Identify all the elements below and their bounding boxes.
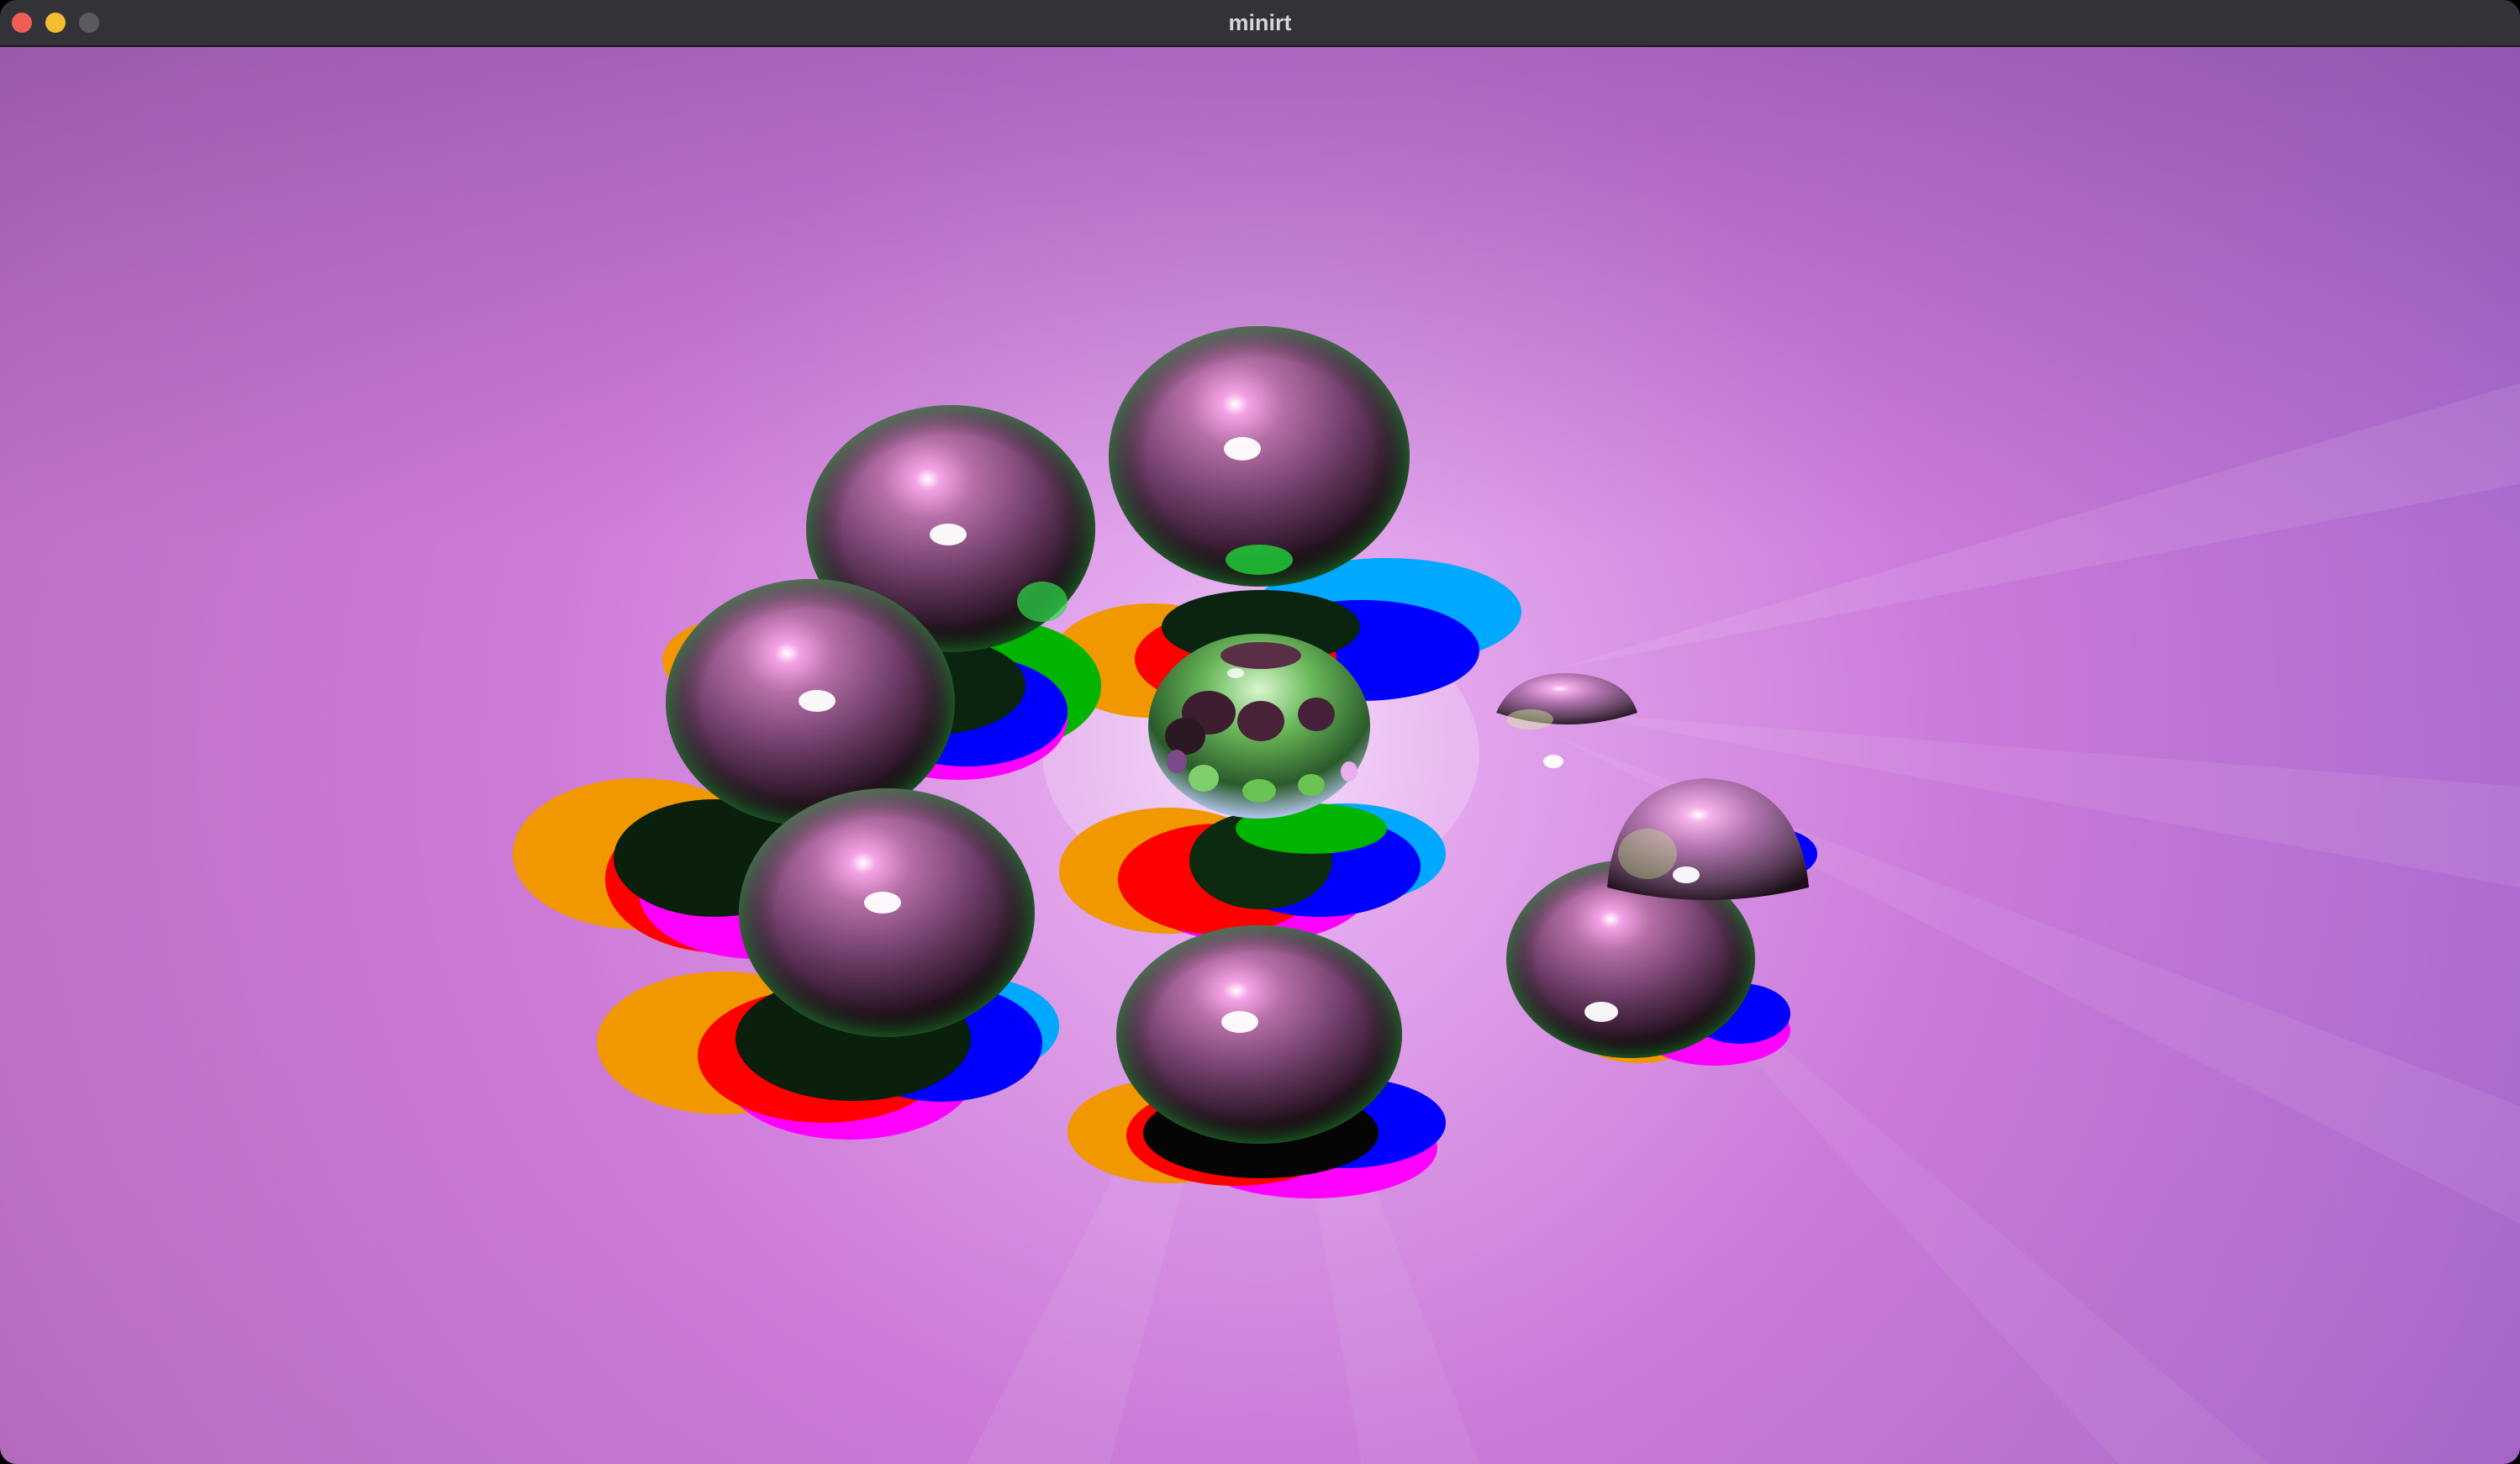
app-window: minirt (0, 0, 2520, 1464)
sphere-top-center (1109, 326, 1410, 587)
mirror-sphere (1148, 634, 1370, 819)
title-bar[interactable]: minirt (0, 0, 2520, 47)
render-canvas (0, 47, 2520, 1464)
raytraced-scene (0, 47, 2520, 1464)
sphere-bottom-center (1116, 925, 1402, 1144)
window-title: minirt (1228, 10, 1292, 35)
